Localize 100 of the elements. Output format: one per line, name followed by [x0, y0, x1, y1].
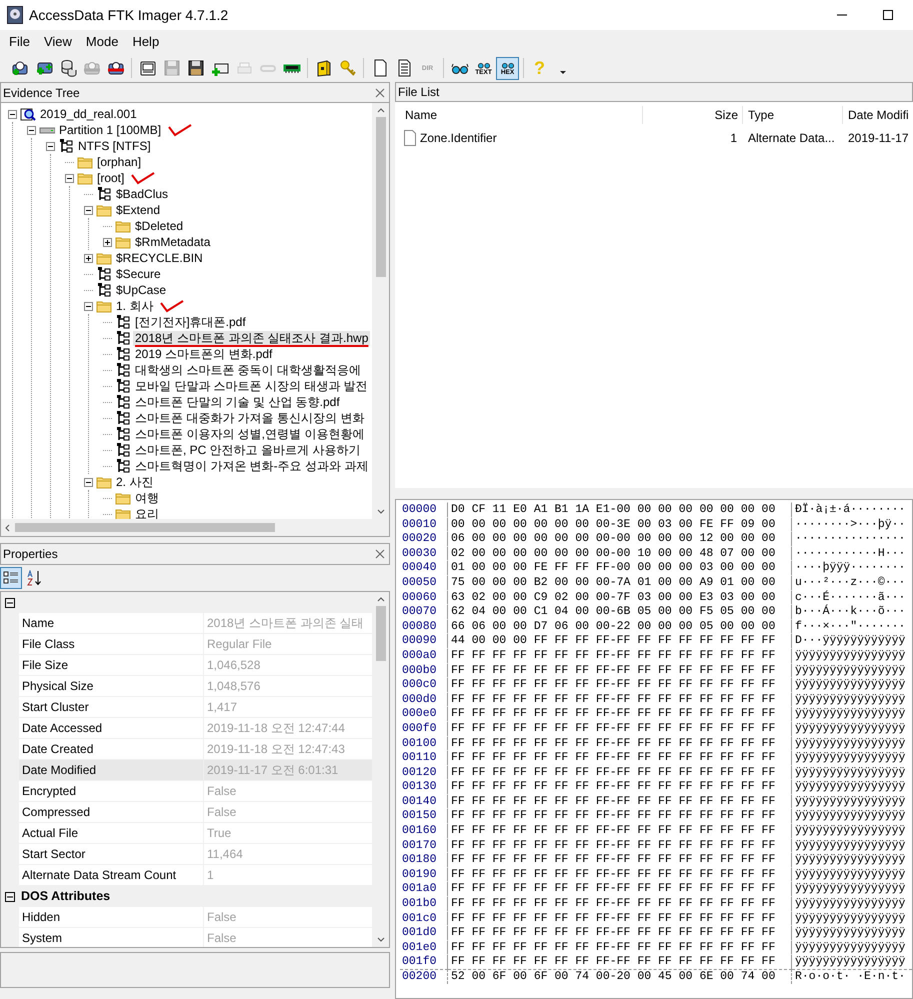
hex-ascii: ÿÿÿÿÿÿÿÿÿÿÿÿÿÿÿÿ	[794, 954, 906, 969]
menu-item[interactable]: File	[3, 32, 36, 52]
node-icon	[96, 266, 112, 282]
tree-item[interactable]: 2018년 스마트폰 과의존 실태조사 결과.hwp	[133, 330, 370, 346]
hex-ascii: ÿÿÿÿÿÿÿÿÿÿÿÿÿÿÿÿ	[794, 677, 906, 692]
hex-offset: 00010	[400, 516, 448, 532]
disk-image-icon	[20, 106, 36, 122]
tree-item[interactable]: 대학생의 스마트폰 중독이 대학생활적응에	[133, 362, 364, 378]
property-row[interactable]: System False	[19, 928, 372, 947]
tree-item[interactable]: $BadClus	[114, 186, 170, 202]
property-name: Date Accessed	[19, 718, 204, 738]
hex-bytes: 01 00 00 00 FE FF FF FF-00 00 00 00 03 00 00 00	[448, 560, 792, 575]
menu-item[interactable]: Mode	[80, 32, 124, 52]
column-header[interactable]: Date Modifi	[843, 106, 913, 124]
property-row[interactable]: Actual File True	[19, 823, 372, 844]
tree-item[interactable]: $UpCase	[114, 282, 168, 298]
hex-ascii: c···É·······ã···	[794, 590, 906, 604]
collapse-icon[interactable]	[27, 126, 36, 134]
property-value: 11,464	[206, 846, 244, 863]
close-icon[interactable]	[373, 549, 387, 559]
property-row[interactable]: Hidden False	[19, 907, 372, 928]
tree-item[interactable]: 스마트혁명이 가져온 변화-주요 성과와 과제	[133, 458, 370, 474]
file-type: Alternate Data...	[747, 130, 836, 147]
hex-bytes: FF FF FF FF FF FF FF FF-FF FF FF FF FF FF FF FF	[448, 706, 792, 721]
node-icon	[115, 314, 131, 330]
collapse-icon[interactable]	[84, 206, 93, 214]
scroll-thumb[interactable]	[376, 117, 386, 277]
menu-item[interactable]: Help	[126, 32, 166, 52]
property-name: Name	[19, 613, 204, 633]
collapse-icon[interactable]	[84, 302, 93, 310]
hex-ascii: ÿÿÿÿÿÿÿÿÿÿÿÿÿÿÿÿ	[794, 779, 906, 794]
property-row[interactable]: Alternate Data Stream Count 1	[19, 865, 372, 886]
column-header[interactable]: Size	[643, 106, 743, 124]
vertical-scrollbar[interactable]	[372, 103, 389, 519]
property-row[interactable]: Date Accessed 2019-11-18 오전 12:47:44	[19, 718, 372, 739]
hex-ascii: R·o·o·t· ·E·n·t·	[792, 969, 912, 984]
tree-item[interactable]: 2. 사진	[114, 474, 156, 490]
close-icon[interactable]	[373, 88, 387, 98]
tree-item[interactable]: 여행	[133, 490, 161, 506]
hex-offset: 00110	[400, 750, 448, 765]
property-row[interactable]: Date Created 2019-11-18 오전 12:47:43	[19, 739, 372, 760]
property-row[interactable]: File Size 1,046,528	[19, 655, 372, 676]
panel-title: Properties	[3, 546, 58, 563]
tree-item[interactable]: $RmMetadata	[133, 234, 212, 250]
tree-item[interactable]: [orphan]	[95, 154, 144, 170]
node-icon	[115, 394, 131, 410]
file-icon	[403, 130, 417, 146]
property-row[interactable]: Date Modified 2019-11-17 오전 6:01:31	[19, 760, 372, 781]
hex-ascii: ············H···	[794, 546, 906, 560]
property-row[interactable]: Start Sector 11,464	[19, 844, 372, 865]
hex-ascii: ÿÿÿÿÿÿÿÿÿÿÿÿÿÿÿÿ	[794, 720, 906, 736]
property-row[interactable]: Encrypted False	[19, 781, 372, 802]
file-name[interactable]: Zone.Identifier	[420, 129, 497, 147]
tree-item[interactable]: 스마트폰 대중화가 가져올 통신시장의 변화	[133, 410, 366, 426]
tree-item[interactable]: [전기전자]휴대폰.pdf	[133, 314, 248, 330]
menu-item[interactable]: View	[38, 32, 78, 52]
tree-item[interactable]: NTFS [NTFS]	[76, 138, 153, 154]
scroll-thumb[interactable]	[376, 606, 386, 661]
hex-bytes: FF FF FF FF FF FF FF FF-FF FF FF FF FF FF FF FF	[448, 954, 792, 969]
property-row[interactable]: File Class Regular File	[19, 634, 372, 655]
property-row[interactable]: Compressed False	[19, 802, 372, 823]
tree-item[interactable]: 스마트폰 이용자의 성별,연령별 이용현황에	[133, 426, 366, 442]
hex-offset: 00180	[400, 852, 448, 867]
tree-item[interactable]: 2019_dd_real.001	[38, 106, 139, 122]
tree-item[interactable]: $RECYCLE.BIN	[114, 250, 205, 266]
horizontal-scrollbar[interactable]	[1, 519, 389, 536]
column-header[interactable]: Type	[743, 106, 843, 124]
hex-ascii: ÿÿÿÿÿÿÿÿÿÿÿÿÿÿÿÿ	[794, 866, 906, 882]
maximize-icon[interactable]	[882, 9, 894, 21]
hex-ascii: ÿÿÿÿÿÿÿÿÿÿÿÿÿÿÿÿ	[794, 706, 906, 721]
tree-item[interactable]: 1. 회사	[114, 298, 156, 314]
property-row[interactable]: Physical Size 1,048,576	[19, 676, 372, 697]
hex-bytes: FF FF FF FF FF FF FF FF-FF FF FF FF FF FF FF FF	[448, 750, 792, 765]
tree-item[interactable]: $Extend	[114, 202, 162, 218]
tree-item[interactable]: 스마트폰 단말의 기술 및 산업 동향.pdf	[133, 394, 342, 410]
hex-offset: 00060	[400, 590, 448, 604]
property-row[interactable]: Name 2018년 스마트폰 과의존 실태	[19, 613, 372, 634]
tree-item[interactable]: [root]	[95, 170, 126, 186]
tree-item[interactable]: 요리	[133, 506, 161, 519]
tree-item[interactable]: 2019 스마트폰의 변화.pdf	[133, 346, 274, 362]
tree-item[interactable]: $Deleted	[133, 218, 186, 234]
tree-item[interactable]: $Secure	[114, 266, 163, 282]
tree-item[interactable]: Partition 1 [100MB]	[57, 122, 164, 138]
hex-offset: 00140	[400, 794, 448, 808]
expand-icon[interactable]	[103, 238, 112, 246]
tree-item[interactable]: 모바일 단말과 스마트폰 시장의 태생과 발전	[133, 378, 370, 394]
hex-ascii: ················	[794, 531, 906, 546]
collapse-icon[interactable]	[8, 110, 17, 118]
collapse-icon[interactable]	[65, 174, 74, 182]
hex-bytes: FF FF FF FF FF FF FF FF-FF FF FF FF FF FF FF FF	[448, 648, 792, 663]
column-header[interactable]: Name	[395, 106, 643, 124]
expand-icon[interactable]	[84, 254, 93, 262]
property-row[interactable]: Start Cluster 1,417	[19, 697, 372, 718]
tree-item[interactable]: 스마트폰, PC 안전하고 올바르게 사용하기	[133, 442, 362, 458]
node-icon	[115, 410, 131, 426]
collapse-icon[interactable]	[84, 478, 93, 486]
collapse-icon[interactable]	[46, 142, 55, 150]
scroll-thumb[interactable]	[15, 523, 275, 532]
categorized-view-icon[interactable]	[0, 567, 22, 589]
hex-bytes: FF FF FF FF FF FF FF FF-FF FF FF FF FF FF FF FF	[448, 940, 792, 954]
